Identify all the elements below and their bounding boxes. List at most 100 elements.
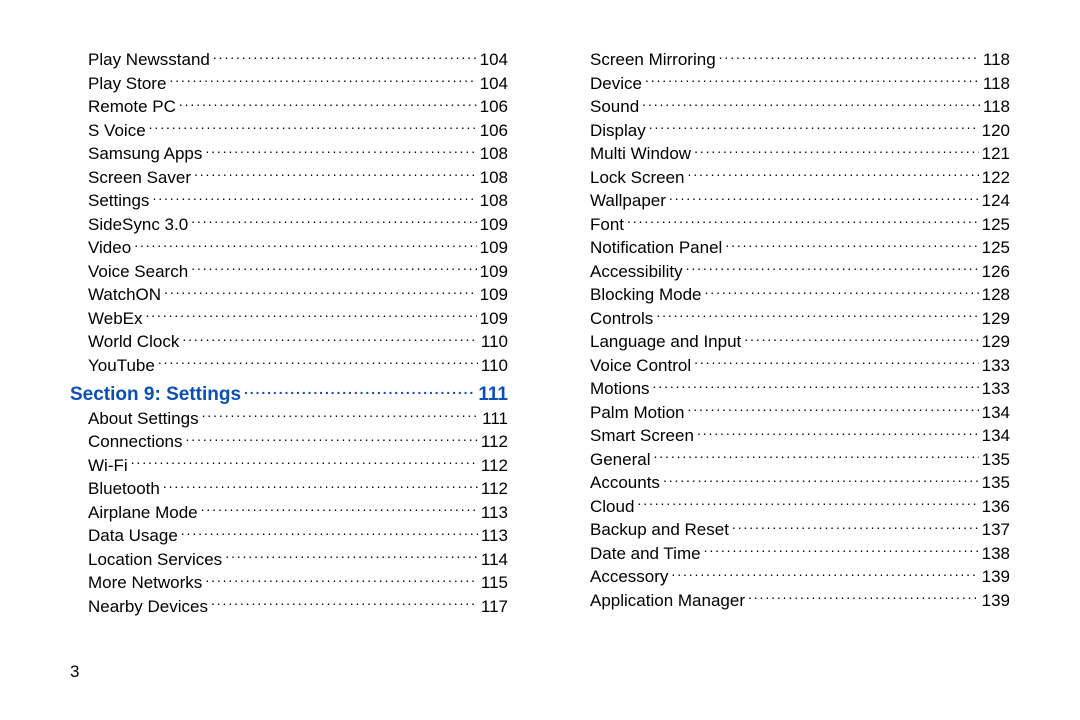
toc-entry[interactable]: WatchON109	[70, 283, 508, 307]
toc-entry-label: Airplane Mode	[88, 502, 198, 525]
toc-entry[interactable]: Blocking Mode128	[572, 283, 1010, 307]
toc-leader-dots	[653, 448, 978, 465]
toc-entry[interactable]: Multi Window121	[572, 142, 1010, 166]
toc-entry-page: 124	[982, 190, 1010, 213]
toc-entry-page: 125	[982, 237, 1010, 260]
toc-entry-page: 134	[982, 425, 1010, 448]
toc-entry-page: 133	[982, 378, 1010, 401]
toc-leader-dots	[725, 236, 978, 253]
toc-entry[interactable]: Font125	[572, 213, 1010, 237]
toc-entry-page: 108	[480, 190, 508, 213]
toc-entry-page: 139	[982, 590, 1010, 613]
toc-entry[interactable]: Smart Screen134	[572, 424, 1010, 448]
toc-entry[interactable]: Language and Input129	[572, 330, 1010, 354]
toc-leader-dots	[694, 142, 979, 159]
toc-entry-page: 122	[982, 167, 1010, 190]
toc-leader-dots	[732, 518, 979, 535]
toc-leader-dots	[179, 95, 477, 112]
toc-leader-dots	[201, 501, 478, 518]
toc-leader-dots	[653, 377, 979, 394]
toc-entry[interactable]: Lock Screen122	[572, 166, 1010, 190]
toc-entry-page: 136	[982, 496, 1010, 519]
toc-entry[interactable]: Bluetooth112	[70, 477, 508, 501]
toc-leader-dots	[152, 189, 476, 206]
toc-entry[interactable]: Play Store104	[70, 72, 508, 96]
toc-entry[interactable]: Palm Motion134	[572, 401, 1010, 425]
toc-entry-label: Display	[590, 120, 646, 143]
toc-entry-page: 109	[480, 237, 508, 260]
toc-entry[interactable]: S Voice106	[70, 119, 508, 143]
toc-leader-dots	[131, 454, 478, 471]
toc-entry-label: Section 9: Settings	[70, 384, 241, 407]
toc-entry[interactable]: Remote PC106	[70, 95, 508, 119]
toc-section-heading[interactable]: Section 9: Settings111	[70, 381, 508, 407]
toc-entry-page: 112	[481, 431, 508, 454]
toc-entry[interactable]: Notification Panel125	[572, 236, 1010, 260]
toc-entry[interactable]: Video109	[70, 236, 508, 260]
toc-leader-dots	[225, 548, 478, 565]
toc-entry-label: Play Store	[88, 73, 166, 96]
toc-entry[interactable]: World Clock110	[70, 330, 508, 354]
toc-entry[interactable]: Motions133	[572, 377, 1010, 401]
toc-entry-page: 114	[481, 549, 508, 572]
toc-entry-label: Voice Control	[590, 355, 691, 378]
toc-entry[interactable]: Connections112	[70, 430, 508, 454]
toc-entry[interactable]: Date and Time138	[572, 542, 1010, 566]
toc-entry-page: 104	[480, 49, 508, 72]
toc-entry-page: 108	[480, 143, 508, 166]
toc-entry[interactable]: General135	[572, 448, 1010, 472]
toc-leader-dots	[191, 260, 476, 277]
toc-entry-page: 125	[982, 214, 1010, 237]
toc-entry[interactable]: Nearby Devices117	[70, 595, 508, 619]
toc-entry-label: Language and Input	[590, 331, 741, 354]
toc-entry-label: Sound	[590, 96, 639, 119]
toc-entry[interactable]: Application Manager139	[572, 589, 1010, 613]
toc-entry[interactable]: Location Services114	[70, 548, 508, 572]
toc-leader-dots	[637, 495, 978, 512]
toc-entry[interactable]: Data Usage113	[70, 524, 508, 548]
toc-entry-label: Blocking Mode	[590, 284, 702, 307]
toc-entry[interactable]: Screen Saver108	[70, 166, 508, 190]
toc-entry[interactable]: Accessibility126	[572, 260, 1010, 284]
toc-entry[interactable]: Controls129	[572, 307, 1010, 331]
toc-entry-page: 109	[480, 214, 508, 237]
toc-entry[interactable]: WebEx109	[70, 307, 508, 331]
toc-entry[interactable]: Cloud136	[572, 495, 1010, 519]
toc-entry[interactable]: YouTube110	[70, 354, 508, 378]
toc-entry[interactable]: Sound118	[572, 95, 1010, 119]
toc-entry-page: 137	[982, 519, 1010, 542]
toc-entry-label: World Clock	[88, 331, 179, 354]
toc-entry-page: 115	[481, 572, 508, 595]
toc-entry[interactable]: Samsung Apps 108	[70, 142, 508, 166]
toc-entry[interactable]: More Networks115	[70, 571, 508, 595]
toc-entry-page: 139	[982, 566, 1010, 589]
toc-entry-label: Samsung Apps	[88, 143, 202, 166]
toc-entry[interactable]: About Settings111	[70, 407, 508, 431]
toc-leader-dots	[744, 330, 978, 347]
toc-entry-label: Screen Mirroring	[590, 49, 716, 72]
toc-entry[interactable]: Airplane Mode113	[70, 501, 508, 525]
toc-leader-dots	[719, 48, 980, 65]
toc-entry-page: 118	[983, 73, 1010, 96]
toc-leader-dots	[164, 283, 477, 300]
toc-entry[interactable]: Device118	[572, 72, 1010, 96]
toc-entry[interactable]: SideSync 3.0 109	[70, 213, 508, 237]
toc-entry[interactable]: Wallpaper124	[572, 189, 1010, 213]
toc-entry-page: 138	[982, 543, 1010, 566]
toc-entry-label: Controls	[590, 308, 653, 331]
toc-entry-label: Remote PC	[88, 96, 176, 119]
toc-entry-label: SideSync 3.0	[88, 214, 188, 237]
toc-entry[interactable]: Backup and Reset137	[572, 518, 1010, 542]
toc-entry[interactable]: Accounts135	[572, 471, 1010, 495]
toc-entry[interactable]: Wi-Fi112	[70, 454, 508, 478]
toc-entry[interactable]: Screen Mirroring118	[572, 48, 1010, 72]
toc-entry[interactable]: Play Newsstand104	[70, 48, 508, 72]
toc-entry-label: WatchON	[88, 284, 161, 307]
toc-leader-dots	[687, 401, 978, 418]
toc-entry-page: 109	[480, 308, 508, 331]
toc-entry[interactable]: Display120	[572, 119, 1010, 143]
toc-entry[interactable]: Settings108	[70, 189, 508, 213]
toc-entry[interactable]: Accessory139	[572, 565, 1010, 589]
toc-entry[interactable]: Voice Control133	[572, 354, 1010, 378]
toc-entry[interactable]: Voice Search109	[70, 260, 508, 284]
